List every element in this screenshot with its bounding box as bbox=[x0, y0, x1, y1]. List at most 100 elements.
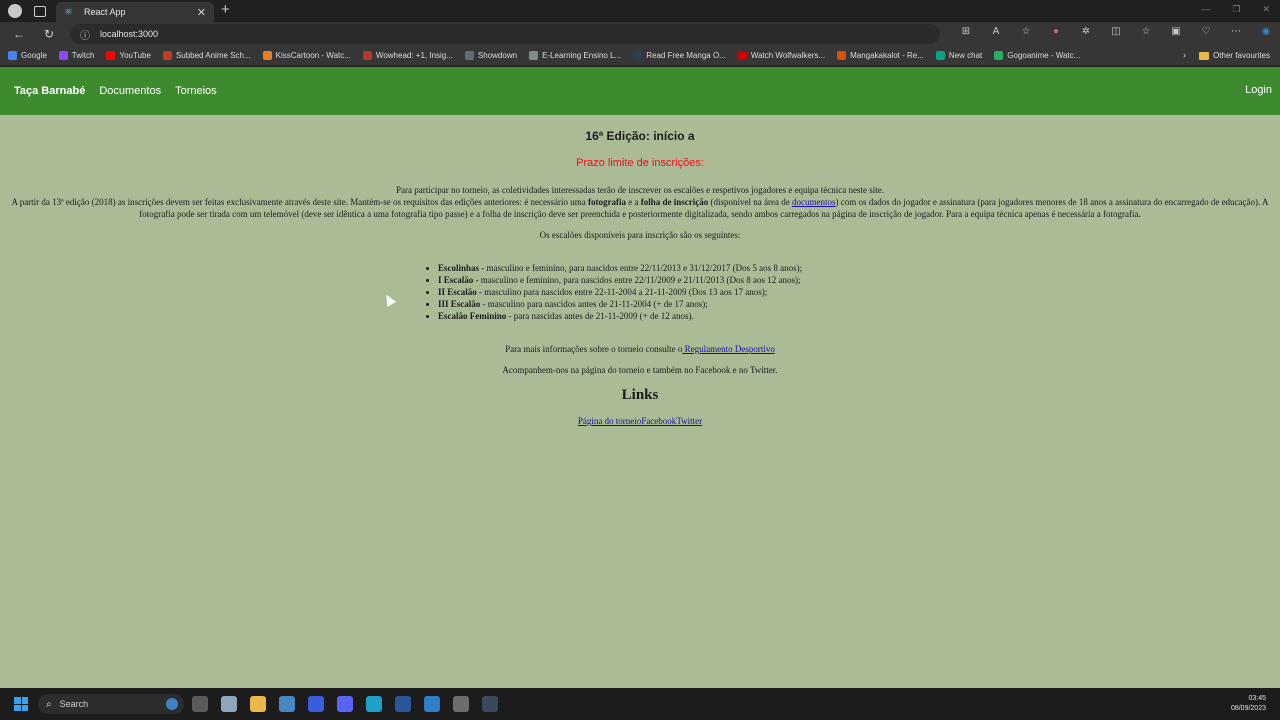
bookmark-item[interactable]: Google bbox=[8, 51, 47, 60]
more-menu-icon[interactable]: ⋯ bbox=[1228, 26, 1244, 37]
taskbar-search[interactable]: ⌕ Search bbox=[38, 694, 184, 714]
levels-intro: Os escalões disponíveis para inscrição s… bbox=[539, 230, 741, 240]
search-icon: ⌕ bbox=[46, 698, 52, 710]
twitter-link[interactable]: Twitter bbox=[676, 416, 702, 426]
task-view-app-icon[interactable] bbox=[192, 696, 208, 712]
bookmark-item[interactable]: Mangakakalot - Re... bbox=[837, 51, 924, 60]
bookmark-label: Wowhead: +1, Insig... bbox=[375, 51, 453, 60]
bookmark-favicon-icon bbox=[935, 51, 945, 60]
profile-avatar[interactable] bbox=[8, 4, 22, 18]
tournament-page-link[interactable]: Página do torneio bbox=[578, 416, 642, 426]
bookmark-item[interactable]: Gogoanime - Watc... bbox=[994, 51, 1080, 60]
taskbar-apps bbox=[192, 696, 498, 712]
site-info-icon[interactable]: ⓘ bbox=[80, 27, 94, 42]
windows-taskbar: ⌕ Search 03:45 08/09/2023 bbox=[0, 688, 1280, 720]
level-description: - masculino para nascidos antes de 21-11… bbox=[480, 299, 708, 309]
facebook-link[interactable]: Facebook bbox=[641, 416, 676, 426]
bookmark-favicon-icon bbox=[529, 51, 539, 60]
app-available-icon[interactable]: ⊞ bbox=[958, 26, 974, 37]
edge-app-icon[interactable] bbox=[366, 696, 382, 712]
bookmark-item[interactable]: Twitch bbox=[58, 51, 94, 60]
bookmarks-bar: Google Twitch YouTube Subbed Anime Sch... Ki… bbox=[0, 46, 1280, 66]
weather-app-icon[interactable] bbox=[221, 696, 237, 712]
level-item: Escolinhas - masculino e feminino, para … bbox=[438, 262, 888, 274]
favorites-icon[interactable]: ☆ bbox=[1138, 26, 1154, 37]
close-tab-icon[interactable]: ✕ bbox=[197, 6, 206, 19]
bing-copilot-icon[interactable]: ◉ bbox=[1258, 26, 1274, 37]
browser-tab-strip: ⚛ React App ✕ + — ❐ ✕ bbox=[0, 0, 1280, 22]
bookmark-favicon-icon bbox=[837, 51, 847, 60]
browser-essentials-icon[interactable]: ♡ bbox=[1198, 26, 1214, 37]
system-tray-clock[interactable]: 03:45 08/09/2023 bbox=[1231, 694, 1266, 714]
new-tab-icon[interactable]: + bbox=[221, 2, 230, 18]
bookmark-favicon-icon bbox=[8, 51, 17, 60]
bing-badge-icon[interactable] bbox=[166, 698, 178, 710]
bookmark-item[interactable]: Read Free Manga O... bbox=[633, 51, 726, 60]
bookmark-label: Google bbox=[21, 51, 47, 60]
discord-app-icon[interactable] bbox=[337, 696, 353, 712]
requirements-paragraph: A partir da 13ª edição (2018) as inscriç… bbox=[0, 196, 1280, 220]
address-bar[interactable]: ⓘ localhost:3000 bbox=[70, 24, 940, 44]
bookmark-item[interactable]: New chat bbox=[935, 51, 982, 60]
documentos-link[interactable]: documentos bbox=[792, 197, 836, 207]
bookmark-favicon-icon bbox=[633, 51, 643, 60]
store-app-icon[interactable] bbox=[279, 696, 295, 712]
login-link[interactable]: Login bbox=[1245, 84, 1272, 96]
file-explorer-app-icon[interactable] bbox=[250, 696, 266, 712]
word-app-icon[interactable] bbox=[395, 696, 411, 712]
bookmarks-overflow-icon[interactable]: › bbox=[1183, 50, 1186, 60]
close-window-icon[interactable]: ✕ bbox=[1262, 4, 1270, 15]
other-favourites-folder[interactable]: Other favourites bbox=[1199, 51, 1270, 60]
back-icon[interactable]: ← bbox=[12, 27, 26, 41]
other-favourites-label: Other favourites bbox=[1213, 51, 1270, 60]
folder-icon bbox=[1199, 51, 1210, 60]
nav-link-documentos[interactable]: Documentos bbox=[99, 85, 161, 97]
level-name: Escalão Feminino bbox=[438, 311, 507, 321]
web-page: Taça Barnabé Documentos Torneios Login 1… bbox=[0, 67, 1280, 688]
restore-icon[interactable]: ❐ bbox=[1232, 4, 1240, 15]
bookmark-item[interactable]: Subbed Anime Sch... bbox=[162, 51, 251, 60]
search-label: Search bbox=[59, 699, 89, 709]
bookmark-label: Showdown bbox=[477, 51, 518, 60]
bookmark-label: E-Learning Ensino L... bbox=[542, 51, 622, 60]
vscode-app-icon[interactable] bbox=[424, 696, 440, 712]
regulation-link[interactable]: Regulamento Desportivo bbox=[682, 344, 775, 354]
bookmark-label: YouTube bbox=[119, 51, 151, 60]
level-description: - para nascidas antes de 21-11-2009 (+ d… bbox=[506, 311, 694, 321]
bookmark-item[interactable]: Wowhead: +1, Insig... bbox=[362, 51, 453, 60]
more-info-paragraph: Para mais informações sobre o torneio co… bbox=[0, 344, 1280, 354]
address-text: localhost:3000 bbox=[100, 29, 159, 39]
level-item: I Escalão - masculino e feminino, para n… bbox=[438, 274, 888, 286]
level-name: III Escalão bbox=[438, 299, 481, 309]
minimize-icon[interactable]: — bbox=[1201, 4, 1210, 15]
read-aloud-icon[interactable]: A bbox=[988, 26, 1004, 37]
nav-link-torneios[interactable]: Torneios bbox=[175, 85, 217, 97]
req-text-2: e a bbox=[625, 197, 641, 207]
favorite-star-icon[interactable]: ☆ bbox=[1018, 26, 1034, 37]
extensions-puzzle-icon[interactable]: ✲ bbox=[1078, 26, 1094, 37]
collections-icon[interactable]: ▣ bbox=[1168, 26, 1184, 37]
bookmark-item[interactable]: KissCartoon - Watc... bbox=[262, 51, 351, 60]
tab-actions-icon[interactable] bbox=[34, 5, 46, 17]
level-description: - masculino para nascidos entre 22-11-20… bbox=[476, 287, 768, 297]
windows-start-icon[interactable] bbox=[14, 697, 28, 711]
level-item: Escalão Feminino - para nascidas antes d… bbox=[438, 310, 888, 322]
bookmark-item[interactable]: YouTube bbox=[106, 51, 151, 60]
bookmark-item[interactable]: E-Learning Ensino L... bbox=[529, 51, 621, 60]
extension-icon[interactable]: ● bbox=[1048, 26, 1064, 37]
code-app-app-icon[interactable] bbox=[308, 696, 324, 712]
bookmark-favicon-icon bbox=[262, 51, 272, 60]
browser-tab-active[interactable]: ⚛ React App ✕ bbox=[56, 2, 214, 22]
intro-paragraph: Para participar no torneio, as coletivid… bbox=[395, 185, 885, 195]
terminal-app-icon[interactable] bbox=[482, 696, 498, 712]
split-screen-icon[interactable]: ◫ bbox=[1108, 26, 1124, 37]
links-heading: Links bbox=[621, 387, 659, 403]
req-bold-form: folha de inscrição bbox=[640, 197, 709, 207]
bookmark-item[interactable]: Watch Wolfwalkers... bbox=[737, 51, 825, 60]
brand-link[interactable]: Taça Barnabé bbox=[14, 85, 85, 97]
more-info-text: Para mais informações sobre o torneio co… bbox=[505, 344, 683, 354]
bookmark-item[interactable]: Showdown bbox=[464, 51, 518, 60]
reload-icon[interactable]: ↻ bbox=[42, 27, 56, 41]
chrome-dev-app-icon[interactable] bbox=[453, 696, 469, 712]
bookmark-label: Read Free Manga O... bbox=[646, 51, 726, 60]
